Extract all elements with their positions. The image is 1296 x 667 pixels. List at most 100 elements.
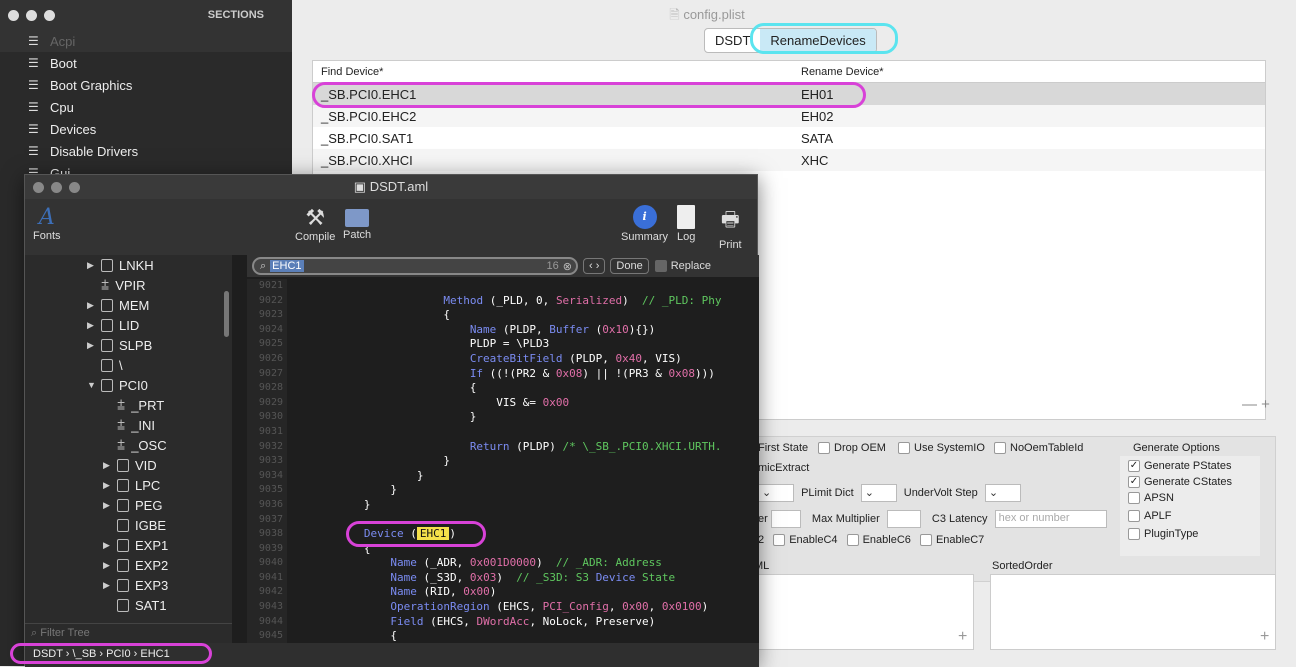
max-multiplier-field[interactable] [886, 510, 921, 528]
disclosure-triangle-icon[interactable]: ▼ [87, 380, 97, 390]
checkbox-enable-c4[interactable] [773, 534, 786, 547]
plimit-dropdown[interactable]: ⌄ [860, 484, 897, 502]
done-button[interactable]: Done [610, 258, 649, 274]
list-icon: ☰ [28, 56, 39, 70]
tree-item[interactable]: \ [25, 355, 232, 375]
tree-item[interactable]: ▶ LNKH [25, 255, 232, 275]
disclosure-triangle-icon[interactable]: ▶ [87, 300, 97, 311]
line-number: 9034 [258, 469, 283, 481]
code-line: Name (PLDP, Buffer (0x10){}) [469, 322, 656, 336]
search-input[interactable]: ⌕ EHC1 16 ⊗ [252, 257, 578, 275]
sidebar-item-acpi[interactable]: ☰ Acpi [0, 30, 292, 52]
close-window-button[interactable] [8, 9, 19, 21]
tree-item[interactable]: ⩲ _INI [25, 415, 232, 435]
disclosure-triangle-icon[interactable]: ▶ [87, 340, 97, 351]
previous-match-button[interactable]: ‹ › [583, 258, 606, 274]
code-view: ⌕ EHC1 16 ⊗ ‹ › Done Replace 9021 9022 902… [247, 255, 759, 643]
disclosure-triangle-icon[interactable]: ▶ [87, 320, 97, 331]
c3-latency-field[interactable]: hex or number [994, 510, 1107, 528]
tree-item[interactable]: ▶ MEM [25, 295, 232, 315]
checkbox-drop-oem[interactable]: Drop OEM [818, 442, 886, 455]
tree-item-label: EXP2 [135, 557, 169, 573]
table-row[interactable]: _SB.PCI0.EHC2 EH02 [313, 105, 1265, 127]
tree-item[interactable]: SAT1 [25, 595, 232, 615]
add-sorted-button[interactable]: + [1260, 628, 1269, 646]
fonts-button[interactable]: A Fonts [33, 205, 61, 242]
disclosure-triangle-icon[interactable]: ▶ [103, 560, 113, 571]
clear-search-icon[interactable]: ⊗ [563, 260, 572, 273]
tree-item-label: \ [119, 357, 123, 373]
tree-item[interactable]: ▶ VID [25, 455, 232, 475]
sorted-order-list[interactable] [990, 574, 1276, 650]
column-header-rename[interactable]: Rename Device* [793, 66, 884, 78]
sidebar-item-boot[interactable]: ☰ Boot [0, 52, 292, 74]
summary-button[interactable]: i Summary [621, 205, 668, 243]
list-icon: ☰ [28, 122, 39, 136]
dsdt-editor-window: ▣ DSDT.aml A Fonts ⚒ Compile Patch i Sum… [24, 174, 759, 667]
disclosure-triangle-icon[interactable]: ▶ [103, 500, 113, 511]
code-line: Method (_PLD, 0, Serialized) // _PLD: Ph… [443, 293, 722, 307]
patch-button[interactable]: Patch [343, 205, 371, 241]
code-line: } [291, 468, 424, 482]
checkbox-generate-pstates[interactable]: ✓ Generate PStates [1128, 460, 1231, 473]
tree-item[interactable]: IGBE [25, 515, 232, 535]
print-button[interactable]: 🖶 Print [719, 205, 742, 251]
disclosure-triangle-icon[interactable]: ▶ [103, 540, 113, 551]
tree-item[interactable]: ▼ PCI0 [25, 375, 232, 395]
sidebar-item-devices[interactable]: ☰ Devices [0, 118, 292, 140]
disclosure-triangle-icon[interactable]: ▶ [103, 480, 113, 491]
line-number: 9045 [258, 630, 283, 642]
tree-item[interactable]: ▶ EXP3 [25, 575, 232, 595]
tree-item[interactable]: ▶ PEG [25, 495, 232, 515]
table-row[interactable]: _SB.PCI0.XHCI XHC [313, 149, 1265, 171]
checkbox-generate-cstates[interactable]: ✓ Generate CStates [1128, 476, 1232, 489]
replace-checkbox[interactable] [654, 260, 667, 272]
line-number: 9032 [258, 440, 283, 452]
tree-item[interactable]: ▶ SLPB [25, 335, 232, 355]
file-icon: ▣ [353, 179, 370, 194]
checkbox-enable-c6[interactable] [846, 534, 859, 547]
generate-options-title: Generate Options [1133, 442, 1220, 454]
column-header-find[interactable]: Find Device* [313, 66, 793, 78]
dropdown[interactable]: ⌄ [758, 484, 794, 502]
tree-item[interactable]: ⩲ VPIR [25, 275, 232, 295]
disclosure-triangle-icon[interactable]: ▶ [103, 580, 113, 591]
code-line: { [291, 308, 450, 322]
code-line: } [291, 454, 450, 468]
tree-item[interactable]: ▶ LID [25, 315, 232, 335]
table-row[interactable]: _SB.PCI0.SAT1 SATA [313, 127, 1265, 149]
checkbox-enable-c7[interactable] [919, 534, 932, 547]
tree-item-label: MEM [119, 297, 150, 313]
tree-item[interactable]: ⩲ _PRT [25, 395, 232, 415]
sidebar-item-disable-drivers[interactable]: ☰ Disable Drivers [0, 140, 292, 162]
tree-item[interactable]: ▶ EXP1 [25, 535, 232, 555]
method-icon: ⩲ [101, 276, 110, 293]
zoom-window-button[interactable] [44, 9, 55, 21]
editor-title: ▣ DSDT.aml [353, 179, 429, 194]
sidebar-item-cpu[interactable]: ☰ Cpu [0, 96, 292, 118]
checkbox-apsn[interactable]: APSN [1128, 492, 1174, 505]
tree-item[interactable]: ⩲ _OSC [25, 435, 232, 455]
checkbox-nooemtableid[interactable]: NoOemTableId [994, 442, 1083, 455]
add-ml-button[interactable]: + [958, 628, 967, 646]
tree-scrollbar[interactable] [224, 291, 229, 337]
tree-item[interactable]: ▶ EXP2 [25, 555, 232, 575]
undervolt-dropdown[interactable]: ⌄ [984, 484, 1021, 502]
compile-button[interactable]: ⚒ Compile [295, 205, 335, 243]
tree-item[interactable]: ▶ LPC [25, 475, 232, 495]
line-number: 9035 [258, 484, 283, 496]
add-remove-row-buttons[interactable]: — + [1242, 396, 1270, 413]
code-text[interactable]: Method (_PLD, 0, Serialized) // _PLD: Ph… [291, 279, 759, 643]
sidebar-item-boot-graphics[interactable]: ☰ Boot Graphics [0, 74, 292, 96]
min-multiplier-field[interactable] [770, 510, 801, 528]
disclosure-triangle-icon[interactable]: ▶ [103, 460, 113, 471]
ml-list[interactable] [754, 574, 974, 650]
checkbox-plugintype[interactable]: PluginType [1128, 528, 1198, 541]
filter-tree-field[interactable]: ⌕ Filter Tree [25, 623, 232, 643]
tree-item-label: SLPB [119, 337, 153, 353]
disclosure-triangle-icon[interactable]: ▶ [87, 260, 97, 271]
checkbox-use-systemio[interactable]: Use SystemIO [898, 442, 985, 455]
checkbox-aplf[interactable]: APLF [1128, 510, 1172, 523]
log-button[interactable]: Log [677, 205, 695, 243]
minimize-window-button[interactable] [26, 9, 37, 21]
